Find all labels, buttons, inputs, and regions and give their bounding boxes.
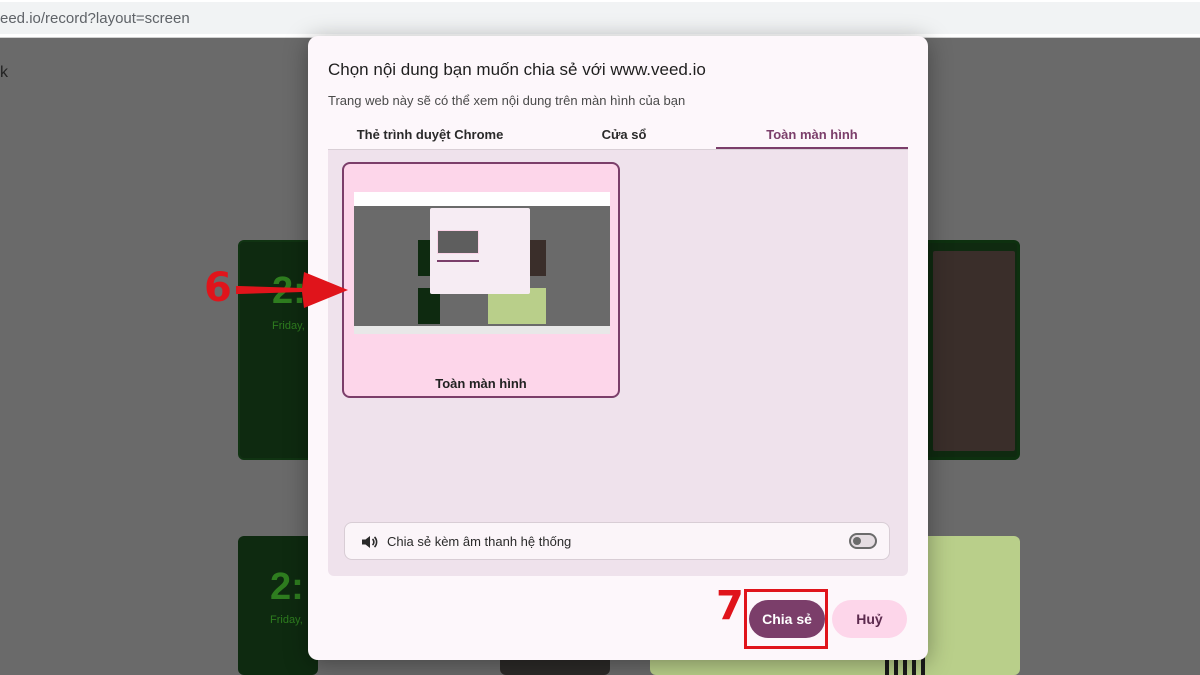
browser-toolbar: eed.io/record?layout=screen xyxy=(0,0,1200,38)
dialog-subtitle: Trang web này sẽ có thể xem nội dung trê… xyxy=(328,93,686,108)
dialog-title: Chọn nội dung bạn muốn chia sẻ với www.v… xyxy=(328,60,706,79)
step-6-number: 6 xyxy=(204,265,232,311)
clock-date: Friday, xyxy=(270,614,303,626)
tab-chrome-tab[interactable]: Thẻ trình duyệt Chrome xyxy=(328,127,532,142)
clock-date: Friday, I xyxy=(272,320,311,332)
preview-card xyxy=(530,240,546,276)
preview-dialog-line xyxy=(437,260,479,262)
system-audio-row[interactable]: Chia sẻ kèm âm thanh hệ thống xyxy=(344,522,890,560)
clock-time: 2: xyxy=(270,566,304,608)
tab-entire-screen[interactable]: Toàn màn hình xyxy=(716,127,908,142)
system-audio-label: Chia sẻ kèm âm thanh hệ thống xyxy=(387,534,572,549)
tab-window[interactable]: Cửa sổ xyxy=(532,127,716,142)
page-edge-text: k xyxy=(0,64,8,81)
clock-layout-card[interactable]: 2: Friday, xyxy=(238,536,318,675)
step-7-number: 7 xyxy=(716,583,744,629)
active-tab-indicator xyxy=(716,147,908,149)
screen-share-dialog: Chọn nội dung bạn muốn chia sẻ với www.v… xyxy=(308,36,928,660)
toggle-knob xyxy=(853,537,861,545)
preview-taskbar xyxy=(354,326,610,334)
preview-dialog xyxy=(430,208,530,294)
address-bar[interactable]: eed.io/record?layout=screen xyxy=(0,2,1200,34)
system-audio-toggle[interactable] xyxy=(849,533,877,549)
address-bar-url: eed.io/record?layout=screen xyxy=(0,10,190,27)
source-list-panel: Toàn màn hình Chia sẻ kèm âm thanh hệ th… xyxy=(328,150,908,576)
entire-screen-option[interactable]: Toàn màn hình xyxy=(342,162,620,398)
share-button-highlight xyxy=(744,589,828,649)
portrait-image xyxy=(933,251,1015,451)
screen-preview-thumbnail xyxy=(354,192,610,334)
entire-screen-label: Toàn màn hình xyxy=(435,376,527,391)
share-source-tabs: Thẻ trình duyệt Chrome Cửa sổ Toàn màn h… xyxy=(328,124,908,150)
photo-layout-card[interactable] xyxy=(920,240,1020,460)
speaker-icon xyxy=(362,536,378,548)
cancel-button[interactable]: Huỷ xyxy=(832,600,907,638)
preview-dialog-thumb xyxy=(437,230,479,254)
red-arrow-icon xyxy=(236,272,348,308)
